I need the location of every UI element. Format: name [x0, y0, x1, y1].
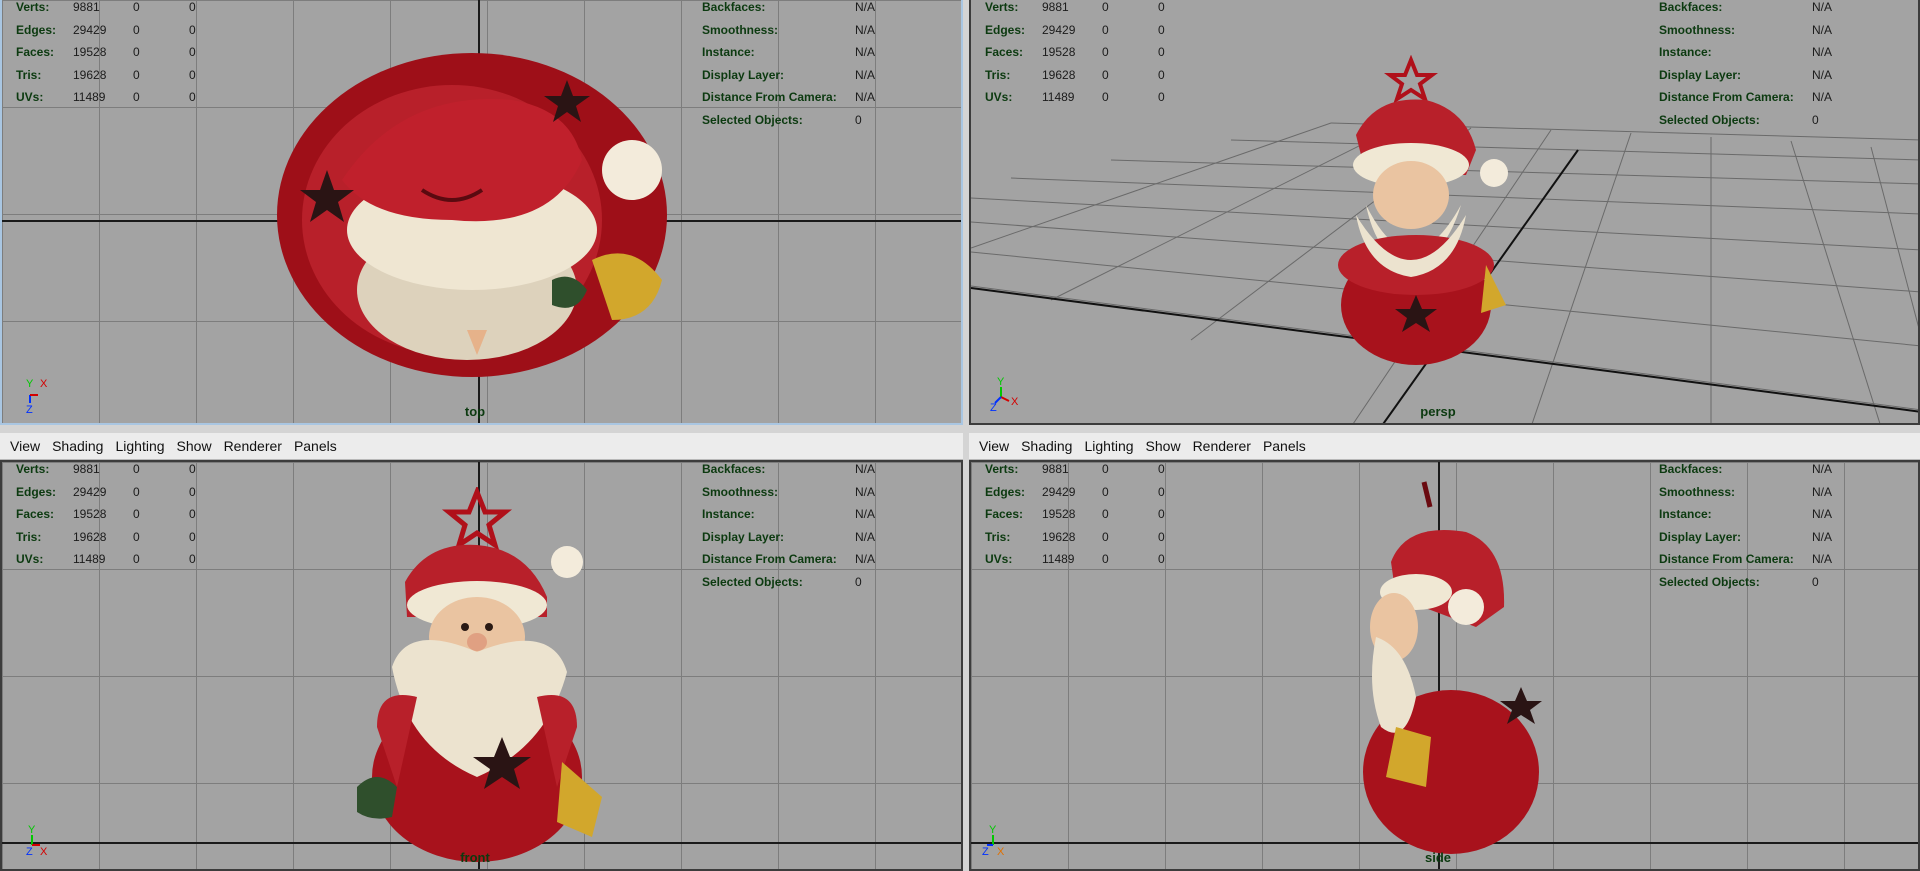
hud-stats: Verts: 9881 0 0 Edges: 29429 0 0 Faces: 19528 0 0…: [16, 0, 229, 109]
hud-row: Faces: 19528 0 0: [16, 45, 196, 59]
svg-text:Z: Z: [26, 846, 33, 858]
hud-row: Distance From Camera: N/A: [702, 552, 876, 566]
hud-row: Smoothness: N/A: [702, 484, 876, 499]
hud-row: Display Layer: N/A: [702, 67, 876, 82]
menu-view[interactable]: View: [4, 438, 46, 454]
menu-lighting[interactable]: Lighting: [109, 438, 170, 454]
panel-menubar: View Shading Lighting Show Renderer Pane…: [969, 433, 1920, 460]
hud-row: Tris: 19628 0 0: [985, 67, 1165, 82]
viewport-side[interactable]: Verts: 9881 0 0 Edges: 29429 0 0 Faces: 19528 0 0…: [969, 460, 1920, 871]
hud-row: Verts: 9881 0 0: [16, 0, 196, 14]
svg-text:Z: Z: [982, 846, 989, 858]
viewport-top[interactable]: Verts: 9881 0 0 Edges: 29429 0 0 Faces: 19528 0 0…: [0, 0, 963, 425]
santa-model-side: [1363, 481, 1542, 854]
santa-model-persp: [1338, 55, 1508, 365]
hud-row: Backfaces: N/A: [1659, 0, 1833, 14]
viewport-front[interactable]: Verts: 9881 0 0 Edges: 29429 0 0 Faces: 19528 0 0…: [0, 460, 963, 871]
hud-row: Selected Objects: 0: [1659, 574, 1819, 589]
santa-model-top: [277, 53, 667, 377]
axis-gizmo-icon: Y Z X: [990, 376, 1019, 413]
axis-gizmo-icon: Y Z X: [982, 824, 1005, 858]
hud-row: Distance From Camera: N/A: [702, 90, 876, 104]
hud-row: UVs: 11489 0 0: [985, 552, 1165, 566]
hud-row: Edges: 29429 0 0: [16, 484, 196, 499]
hud-row: Smoothness: N/A: [702, 22, 876, 37]
hud-stats: Verts: 9881 0 0 Edges: 29429 0 0 Faces: 19528 0 0…: [985, 0, 1198, 109]
hud-row: UVs: 11489 0 0: [985, 90, 1165, 104]
santa-model-front: [357, 487, 602, 862]
axis-gizmo-icon: Y X Z: [26, 378, 48, 413]
hud-info: Backfaces: N/A Smoothness: N/A Instance: N/…: [1659, 462, 1833, 593]
hud-row: UVs: 11489 0 0: [16, 552, 196, 566]
hud-row: Verts: 9881 0 0: [985, 462, 1165, 476]
menu-show[interactable]: Show: [171, 438, 218, 454]
hud-info: Backfaces: N/A Smoothness: N/A Instance: N/…: [1659, 0, 1832, 131]
hud-stats: Verts: 9881 0 0 Edges: 29429 0 0 Faces: 19528 0 0…: [985, 462, 1198, 571]
menu-renderer[interactable]: Renderer: [1187, 438, 1257, 454]
hud-row: Distance From Camera: N/A: [1659, 90, 1833, 104]
panel-side: View Shading Lighting Show Renderer Pane…: [969, 433, 1920, 871]
menu-shading[interactable]: Shading: [46, 438, 109, 454]
panel-menubar: View Shading Lighting Show Renderer Pane…: [0, 433, 963, 460]
hud-row: Edges: 29429 0 0: [985, 22, 1165, 37]
viewport-persp[interactable]: Verts: 9881 0 0 Edges: 29429 0 0 Faces: 19528 0 0…: [969, 0, 1920, 425]
menu-lighting[interactable]: Lighting: [1078, 438, 1139, 454]
hud-row: Faces: 19528 0 0: [985, 507, 1165, 521]
hud-row: Distance From Camera: N/A: [1659, 552, 1833, 566]
menu-renderer[interactable]: Renderer: [218, 438, 288, 454]
menu-shading[interactable]: Shading: [1015, 438, 1078, 454]
hud-row: Backfaces: N/A: [702, 0, 876, 14]
svg-text:Z: Z: [990, 402, 997, 413]
hud-row: Smoothness: N/A: [1659, 22, 1833, 37]
hud-row: Verts: 9881 0 0: [16, 462, 196, 476]
hud-row: Tris: 19628 0 0: [16, 529, 196, 544]
panel-persp: Verts: 9881 0 0 Edges: 29429 0 0 Faces: 19528 0 0…: [969, 0, 1920, 425]
camera-label: side: [1424, 850, 1452, 865]
svg-text:X: X: [997, 846, 1005, 858]
hud-row: Tris: 19628 0 0: [985, 529, 1165, 544]
hud-row: Selected Objects: 0: [702, 574, 862, 589]
menu-panels[interactable]: Panels: [288, 438, 343, 454]
svg-text:Y: Y: [28, 824, 36, 836]
axis-gizmo-icon: Y Z X: [26, 824, 48, 858]
menu-view[interactable]: View: [973, 438, 1015, 454]
svg-text:Z: Z: [26, 404, 33, 413]
hud-row: Selected Objects: 0: [702, 112, 862, 127]
hud-row: Display Layer: N/A: [1659, 529, 1833, 544]
svg-text:X: X: [40, 378, 48, 390]
hud-row: Edges: 29429 0 0: [16, 22, 196, 37]
hud-stats: Verts: 9881 0 0 Edges: 29429 0 0 Faces: 19528 0 0…: [16, 462, 229, 571]
hud-row: UVs: 11489 0 0: [16, 90, 196, 104]
svg-text:X: X: [40, 846, 48, 858]
hud-row: Display Layer: N/A: [702, 529, 876, 544]
hud-row: Backfaces: N/A: [702, 462, 876, 476]
menu-show[interactable]: Show: [1140, 438, 1187, 454]
menu-panels[interactable]: Panels: [1257, 438, 1312, 454]
hud-row: Display Layer: N/A: [1659, 67, 1833, 82]
camera-label: persp: [1420, 404, 1456, 419]
hud-info: Backfaces: N/A Smoothness: N/A Instance: N/…: [702, 462, 876, 593]
svg-text:X: X: [1011, 396, 1019, 408]
panel-front: View Shading Lighting Show Renderer Pane…: [0, 433, 963, 871]
svg-text:Y: Y: [989, 824, 997, 836]
hud-row: Instance: N/A: [1659, 45, 1833, 59]
hud-row: Instance: N/A: [702, 507, 876, 521]
hud-row: Smoothness: N/A: [1659, 484, 1833, 499]
hud-row: Instance: N/A: [702, 45, 876, 59]
hud-row: Tris: 19628 0 0: [16, 67, 196, 82]
svg-text:Y: Y: [997, 376, 1005, 388]
hud-row: Faces: 19528 0 0: [16, 507, 196, 521]
camera-label: front: [460, 850, 490, 865]
hud-row: Backfaces: N/A: [1659, 462, 1833, 476]
hud-row: Verts: 9881 0 0: [985, 0, 1165, 14]
panel-top: Verts: 9881 0 0 Edges: 29429 0 0 Faces: 19528 0 0…: [0, 0, 963, 425]
hud-row: Faces: 19528 0 0: [985, 45, 1165, 59]
camera-label: top: [464, 404, 486, 419]
svg-text:Y: Y: [26, 378, 34, 390]
hud-row: Selected Objects: 0: [1659, 112, 1819, 127]
hud-row: Instance: N/A: [1659, 507, 1833, 521]
hud-row: Edges: 29429 0 0: [985, 484, 1165, 499]
hud-info: Backfaces: N/A Smoothness: N/A Instance: N/…: [702, 0, 875, 131]
